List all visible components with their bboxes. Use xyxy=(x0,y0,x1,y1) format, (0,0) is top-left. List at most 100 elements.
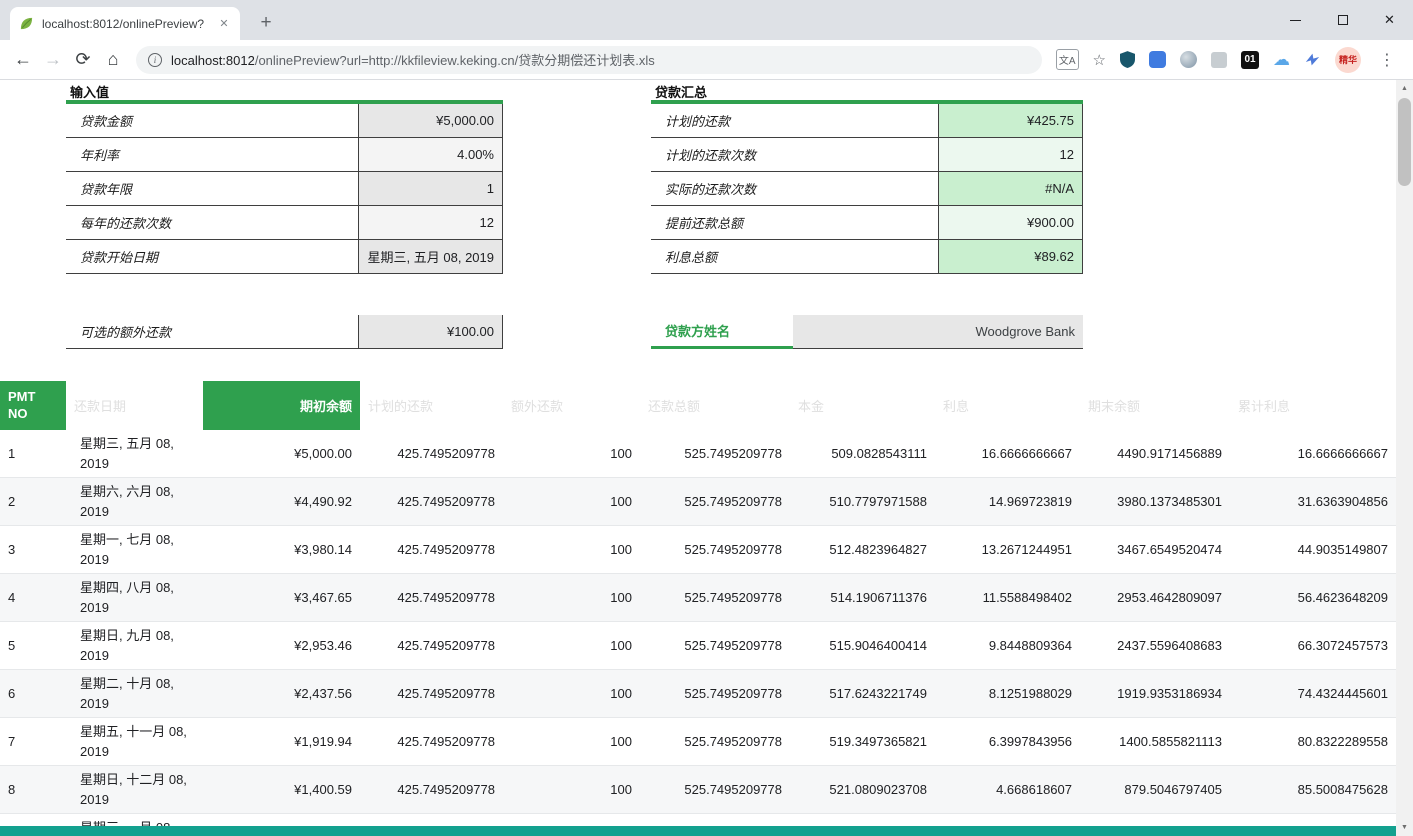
url-host: localhost:8012 xyxy=(171,53,255,68)
cell-extra-payment: 100 xyxy=(503,622,640,669)
summary-rows: 计划的还款¥425.75计划的还款次数12实际的还款次数#N/A提前还款总额¥9… xyxy=(651,104,1083,274)
cell-interest: 16.6666666667 xyxy=(935,430,1080,477)
bookmark-star-icon[interactable]: ☆ xyxy=(1093,51,1106,69)
panel-row-value: ¥89.62 xyxy=(938,240,1083,273)
scroll-down-button[interactable]: ▼ xyxy=(1396,819,1413,836)
cell-beginning-balance: ¥1,400.59 xyxy=(203,766,360,813)
cloud-extension-icon[interactable]: ☁ xyxy=(1273,50,1290,70)
profile-avatar[interactable]: 精华 xyxy=(1335,47,1361,73)
01-badge-extension-icon[interactable]: 01 xyxy=(1241,51,1259,69)
amortization-row: 1星期三, 五月 08, 2019¥5,000.00425.7495209778… xyxy=(0,430,1396,478)
header-ending-balance: 期末余额 xyxy=(1080,381,1230,430)
amortization-table: PMT NO还款日期期初余额计划的还款额外还款还款总额本金利息期末余额累计利息 … xyxy=(0,381,1396,836)
reload-button[interactable]: ⟳ xyxy=(68,45,98,75)
file-preview-content: 输入值 贷款金额¥5,000.00年利率4.00%贷款年限1每年的还款次数12贷… xyxy=(0,80,1396,836)
tab-close-icon[interactable]: ✕ xyxy=(216,16,232,32)
amortization-row: 3星期一, 七月 08, 2019¥3,980.14425.7495209778… xyxy=(0,526,1396,574)
panel-row-label: 年利率 xyxy=(66,138,358,171)
window-minimize-button[interactable] xyxy=(1272,0,1319,40)
cell-interest: 11.5588498402 xyxy=(935,574,1080,621)
browser-menu-icon[interactable]: ⋮ xyxy=(1375,50,1399,70)
cell-cumulative-interest: 80.8322289558 xyxy=(1230,718,1396,765)
amortization-body: 1星期三, 五月 08, 2019¥5,000.00425.7495209778… xyxy=(0,430,1396,836)
cell-scheduled-payment: 425.7495209778 xyxy=(360,478,503,525)
cell-beginning-balance: ¥1,919.94 xyxy=(203,718,360,765)
cell-beginning-balance: ¥3,467.65 xyxy=(203,574,360,621)
extra-payment-row: 可选的额外还款 ¥100.00 xyxy=(66,315,503,349)
panel-row-label: 计划的还款次数 xyxy=(651,138,938,171)
summary-panel: 贷款汇总 计划的还款¥425.75计划的还款次数12实际的还款次数#N/A提前还… xyxy=(651,82,1083,274)
cell-principal: 514.1906711376 xyxy=(790,574,935,621)
browser-tab[interactable]: localhost:8012/onlinePreview? ✕ xyxy=(10,7,240,40)
amortization-row: 7星期五, 十一月 08, 2019¥1,919.94425.749520977… xyxy=(0,718,1396,766)
new-tab-button[interactable]: + xyxy=(252,9,280,37)
header-principal: 本金 xyxy=(790,381,935,430)
header-interest: 利息 xyxy=(935,381,1080,430)
back-button[interactable]: ← xyxy=(8,45,38,75)
panel-row: 每年的还款次数12 xyxy=(66,206,503,240)
amortization-row: 8星期日, 十二月 08, 2019¥1,400.59425.749520977… xyxy=(0,766,1396,814)
scrollbar-thumb[interactable] xyxy=(1398,98,1411,186)
forward-button[interactable]: → xyxy=(38,45,68,75)
cell-interest: 14.969723819 xyxy=(935,478,1080,525)
cell-interest: 8.1251988029 xyxy=(935,670,1080,717)
gray-extension-icon[interactable] xyxy=(1211,52,1227,68)
panel-row-value: ¥425.75 xyxy=(938,104,1083,137)
browser-window: localhost:8012/onlinePreview? ✕ + ✕ ← → … xyxy=(0,0,1413,836)
cell-interest: 6.3997843956 xyxy=(935,718,1080,765)
lender-row: 贷款方姓名 Woodgrove Bank xyxy=(651,315,1083,349)
cell-pmt-no: 8 xyxy=(0,766,66,813)
cell-payment-date: 星期日, 九月 08, 2019 xyxy=(66,622,203,669)
amortization-row: 4星期四, 八月 08, 2019¥3,467.65425.7495209778… xyxy=(0,574,1396,622)
cell-pmt-no: 1 xyxy=(0,430,66,477)
cell-extra-payment: 100 xyxy=(503,766,640,813)
panel-row: 贷款开始日期星期三, 五月 08, 2019 xyxy=(66,240,503,274)
home-button[interactable]: ⌂ xyxy=(98,45,128,75)
sheet-bottom-bar xyxy=(0,826,1396,836)
orb-extension-icon[interactable] xyxy=(1180,51,1197,68)
cell-interest: 13.2671244951 xyxy=(935,526,1080,573)
header-payment-date: 还款日期 xyxy=(66,381,203,430)
shield-extension-icon[interactable] xyxy=(1120,51,1135,68)
cell-beginning-balance: ¥2,437.56 xyxy=(203,670,360,717)
scroll-up-button[interactable]: ▲ xyxy=(1396,80,1413,97)
panel-row: 贷款金额¥5,000.00 xyxy=(66,104,503,138)
cell-pmt-no: 6 xyxy=(0,670,66,717)
cell-payment-date: 星期二, 十月 08, 2019 xyxy=(66,670,203,717)
url-path: /onlinePreview?url=http://kkfileview.kek… xyxy=(255,53,655,68)
tab-title: localhost:8012/onlinePreview? xyxy=(42,17,208,31)
address-bar[interactable]: i localhost:8012/onlinePreview?url=http:… xyxy=(136,46,1042,74)
window-maximize-button[interactable] xyxy=(1319,0,1366,40)
input-rows: 贷款金额¥5,000.00年利率4.00%贷款年限1每年的还款次数12贷款开始日… xyxy=(66,104,503,274)
window-close-button[interactable]: ✕ xyxy=(1366,0,1413,40)
header-extra-payment: 额外还款 xyxy=(503,381,640,430)
cell-cumulative-interest: 44.9035149807 xyxy=(1230,526,1396,573)
cell-pmt-no: 5 xyxy=(0,622,66,669)
cell-principal: 510.7797971588 xyxy=(790,478,935,525)
cell-ending-balance: 3467.6549520474 xyxy=(1080,526,1230,573)
blue-extension-icon[interactable] xyxy=(1149,51,1166,68)
page-info-icon[interactable]: i xyxy=(148,53,162,67)
url-text: localhost:8012/onlinePreview?url=http://… xyxy=(171,50,655,69)
cell-interest: 9.8448809364 xyxy=(935,622,1080,669)
summary-panel-title: 贷款汇总 xyxy=(651,82,1083,104)
bird-extension-icon[interactable] xyxy=(1304,52,1321,67)
maximize-icon xyxy=(1338,15,1348,25)
vertical-scrollbar[interactable]: ▲ ▼ xyxy=(1396,80,1413,836)
lender-name-label: 贷款方姓名 xyxy=(651,315,793,349)
cell-total-payment: 525.7495209778 xyxy=(640,478,790,525)
cell-scheduled-payment: 425.7495209778 xyxy=(360,526,503,573)
panel-row-label: 贷款开始日期 xyxy=(66,240,358,273)
kkfileview-leaf-favicon xyxy=(18,16,34,32)
cell-interest: 4.668618607 xyxy=(935,766,1080,813)
translate-icon[interactable]: 文A xyxy=(1056,49,1079,70)
panel-row: 提前还款总额¥900.00 xyxy=(651,206,1083,240)
cell-scheduled-payment: 425.7495209778 xyxy=(360,622,503,669)
panel-row: 年利率4.00% xyxy=(66,138,503,172)
tab-strip: localhost:8012/onlinePreview? ✕ + ✕ xyxy=(0,0,1413,40)
panel-row: 计划的还款次数12 xyxy=(651,138,1083,172)
panel-row-value: 星期三, 五月 08, 2019 xyxy=(358,240,503,273)
cell-principal: 512.4823964827 xyxy=(790,526,935,573)
cell-beginning-balance: ¥5,000.00 xyxy=(203,430,360,477)
header-pmt-no: PMT NO xyxy=(0,381,66,430)
